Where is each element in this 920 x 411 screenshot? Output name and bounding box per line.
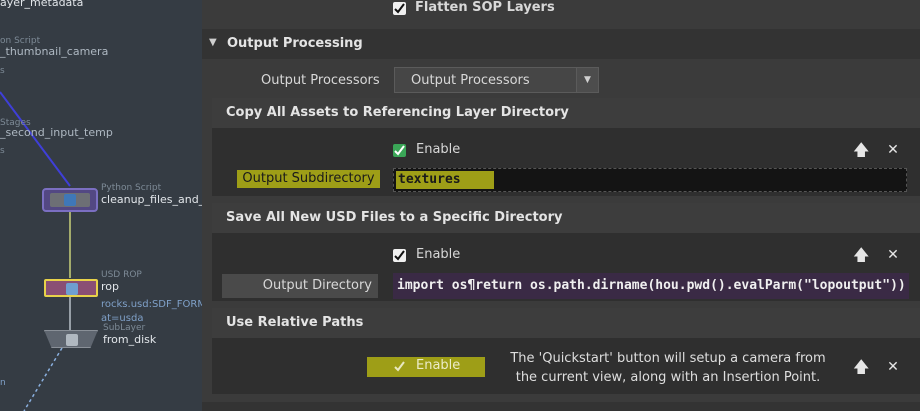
python-icon (64, 194, 76, 206)
edge-label: s (0, 66, 5, 76)
edge-label: s (0, 146, 5, 156)
relative-paths-enable-highlight[interactable]: Enable (367, 357, 485, 377)
save-usd-block: Save All New USD Files to a Specific Dir… (212, 203, 920, 301)
remove-icon[interactable]: ✕ (885, 359, 901, 375)
checkmark-icon (394, 250, 405, 261)
node-type-label: SubLayer (103, 323, 146, 333)
node-name-cleanup: cleanup_files_and_u (101, 193, 202, 206)
node-name-second-input: _second_input_temp (0, 126, 113, 139)
save-usd-header: Save All New USD Files to a Specific Dir… (212, 203, 920, 233)
copy-assets-block: Copy All Assets to Referencing Layer Dir… (212, 98, 920, 196)
copy-assets-title: Copy All Assets to Referencing Layer Dir… (226, 105, 569, 120)
output-subdirectory-label: Output Subdirectory (237, 170, 380, 188)
checkmark-icon (394, 3, 405, 14)
relative-paths-title: Use Relative Paths (226, 315, 364, 330)
network-editor[interactable]: ayer_metadata on Script _thumbnail_camer… (0, 0, 202, 411)
dropdown-arrow-icon[interactable]: ▼ (576, 68, 598, 92)
save-usd-enable-checkbox[interactable] (393, 249, 406, 262)
edge-label: n (0, 378, 6, 388)
relative-paths-header: Use Relative Paths (212, 308, 920, 338)
remove-icon[interactable]: ✕ (885, 247, 901, 263)
node-type-label: Python Script (101, 183, 162, 193)
pane-bottom-edge (202, 402, 920, 411)
node-flag-text: rocks.usd:SDF_FORMAT (101, 299, 202, 310)
python-script-node[interactable] (42, 188, 98, 212)
wire-blue (0, 91, 71, 187)
save-usd-title: Save All New USD Files to a Specific Dir… (226, 210, 563, 225)
output-processors-label: Output Processors (261, 73, 380, 88)
move-up-icon[interactable]: 🡅 (853, 142, 869, 158)
rop-icon (66, 283, 78, 295)
copy-assets-header: Copy All Assets to Referencing Layer Dir… (212, 98, 920, 128)
node-name-from-disk: from_disk (103, 333, 157, 346)
copy-assets-enable-label: Enable (416, 142, 461, 157)
usd-rop-node[interactable] (44, 279, 98, 297)
save-usd-enable-label: Enable (416, 247, 461, 262)
move-up-icon[interactable]: 🡅 (853, 247, 869, 263)
output-processing-header[interactable]: ▼ Output Processing (202, 29, 920, 59)
quickstart-tooltip: The 'Quickstart' button will setup a cam… (510, 351, 826, 385)
sublayer-node[interactable] (44, 330, 98, 348)
copy-assets-enable-checkbox[interactable] (393, 144, 406, 157)
wire-dashed (23, 347, 63, 411)
expand-arrow-icon[interactable]: ▼ (209, 37, 217, 48)
relative-paths-enable-label: Enable (416, 358, 461, 373)
node-body (50, 193, 90, 207)
output-directory-field[interactable]: import os¶return os.path.dirname(hou.pwd… (393, 273, 909, 299)
parameter-pane: Flatten SOP Layers ▼ Output Processing O… (202, 0, 920, 411)
output-subdirectory-value: textures (396, 171, 494, 189)
move-up-icon[interactable]: 🡅 (853, 359, 869, 375)
output-directory-label: Output Directory (222, 274, 378, 298)
remove-icon[interactable]: ✕ (885, 142, 901, 158)
node-name-thumbnail-camera: _thumbnail_camera (0, 45, 109, 58)
node-name-metadata: ayer_metadata (0, 0, 84, 9)
checkmark-icon (394, 361, 405, 372)
output-subdirectory-field[interactable]: textures (393, 168, 907, 192)
checkmark-icon (394, 145, 405, 156)
output-processors-value: Output Processors (411, 73, 530, 88)
sublayer-icon (66, 334, 78, 346)
flatten-sop-checkbox[interactable] (393, 2, 406, 15)
flatten-sop-label: Flatten SOP Layers (415, 0, 555, 15)
node-type-label: USD ROP (101, 270, 142, 280)
output-processors-menu[interactable]: Output Processors ▼ (394, 67, 599, 93)
output-processing-title: Output Processing (227, 36, 363, 51)
node-name-rop: rop (101, 280, 119, 293)
